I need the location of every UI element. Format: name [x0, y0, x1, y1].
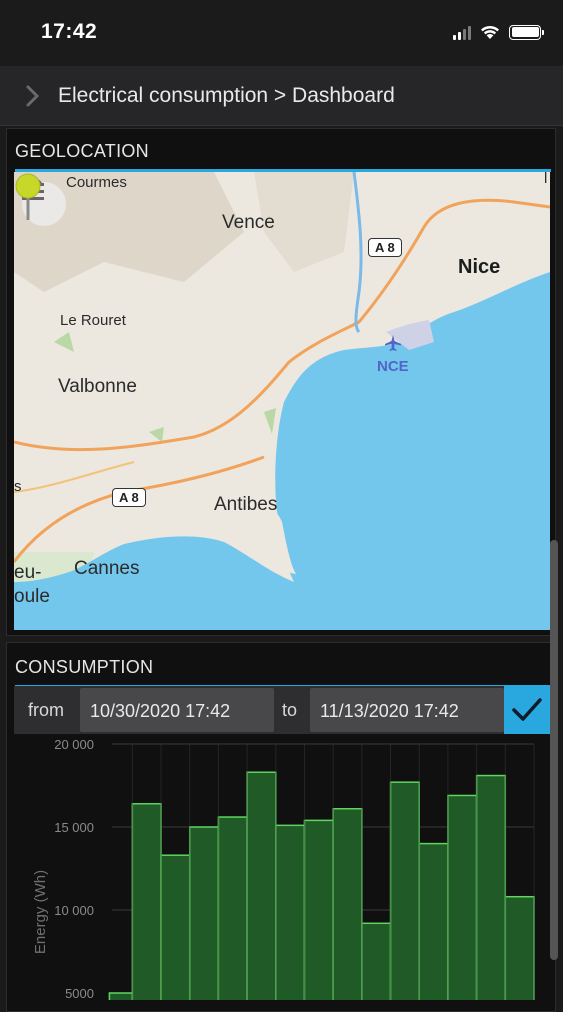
airport-icon — [385, 335, 401, 351]
location-pin-icon[interactable] — [14, 172, 42, 222]
chart-bar[interactable] — [303, 819, 334, 1005]
y-tick-label: 5000 — [65, 986, 94, 1000]
date-filter-row: from 10/30/2020 17:42 to 11/13/2020 17:4… — [14, 686, 550, 734]
chart-bar[interactable] — [475, 774, 507, 1005]
chart-bar[interactable] — [246, 771, 277, 1005]
y-tick-label: 15 000 — [54, 820, 94, 835]
map-label-courmes: Courmes — [66, 174, 127, 191]
chart-bar[interactable] — [389, 781, 420, 1005]
breadcrumb: Electrical consumption > Dashboard — [58, 84, 395, 107]
chart-bar[interactable] — [418, 842, 449, 1005]
map-label-le-rouret: Le Rouret — [60, 312, 126, 329]
to-date-field[interactable]: 11/13/2020 17:42 — [310, 688, 504, 732]
chart-bar[interactable] — [447, 794, 478, 1005]
status-time: 17:42 — [41, 20, 98, 43]
map-label-nice: Nice — [458, 256, 501, 278]
map[interactable]: Courmes Vence Nice Le Rouret Valbonne An… — [14, 172, 550, 630]
map-label-vence: Vence — [222, 212, 275, 233]
road-shield-a8-south: A 8 — [112, 488, 146, 507]
chart-bar[interactable] — [160, 854, 191, 1005]
chart-bar[interactable] — [217, 816, 248, 1005]
cellular-signal-icon — [453, 24, 471, 40]
map-label-edge-eu: eu- — [14, 562, 42, 583]
chart-bar[interactable] — [108, 992, 134, 1005]
scrollbar[interactable] — [550, 540, 558, 960]
y-tick-label: 20 000 — [54, 737, 94, 752]
consumption-title: CONSUMPTION — [15, 657, 154, 677]
from-date-field[interactable]: 10/30/2020 17:42 — [80, 688, 274, 732]
chart-bar[interactable] — [275, 824, 306, 1005]
app-header: Electrical consumption > Dashboard — [0, 66, 563, 126]
chart-bar[interactable] — [131, 803, 162, 1005]
chart-bar[interactable] — [332, 807, 363, 1005]
map-label-edge-oule: oule — [14, 586, 50, 607]
chevron-right-icon[interactable] — [22, 84, 44, 108]
map-label-antibes: Antibes — [214, 494, 278, 515]
road-shield-a8-north: A 8 — [368, 238, 402, 257]
consumption-chart: 20 000 15 000 10 000 5000 Energy (Wh) — [14, 734, 550, 1005]
battery-icon — [509, 24, 544, 40]
status-icons — [453, 24, 544, 40]
chart-bar[interactable] — [504, 895, 535, 1005]
y-axis-label: Energy (Wh) — [32, 870, 49, 954]
map-label-nce: NCE — [377, 358, 409, 375]
chart-bar[interactable] — [188, 826, 220, 1005]
map-label-edge-l: l — [544, 172, 548, 187]
y-tick-label: 10 000 — [54, 903, 94, 918]
map-label-edge-s: s — [14, 478, 22, 495]
status-bar: 17:42 — [0, 0, 563, 66]
geolocation-title: GEOLOCATION — [15, 141, 149, 161]
to-label: to — [282, 700, 298, 720]
chart-bar[interactable] — [361, 922, 392, 1005]
map-label-valbonne: Valbonne — [58, 376, 137, 397]
wifi-icon — [481, 25, 499, 39]
map-label-cannes: Cannes — [74, 558, 140, 579]
checkmark-icon — [512, 698, 542, 721]
apply-filter-button[interactable] — [504, 686, 550, 734]
from-label: from — [28, 700, 64, 720]
consumption-chart-svg: 20 000 15 000 10 000 5000 Energy (Wh) — [32, 737, 535, 1005]
